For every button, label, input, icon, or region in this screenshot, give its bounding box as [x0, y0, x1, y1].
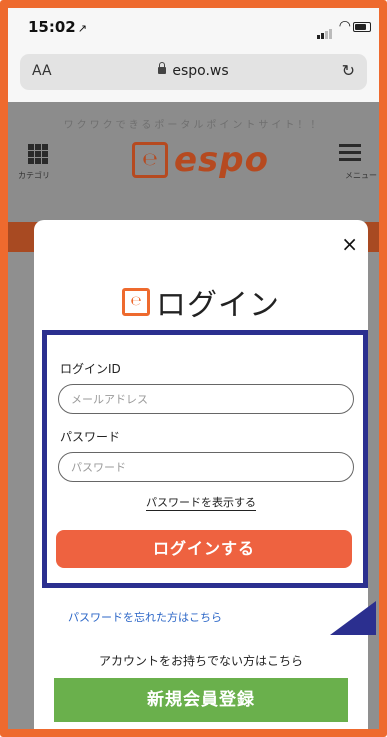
forgot-password-link[interactable]: パスワードを忘れた方はこちら [68, 609, 222, 625]
espo-logo-icon: ℮ [122, 288, 150, 316]
battery-icon [353, 22, 371, 32]
lock-icon [158, 62, 167, 74]
screenshot-frame: 15:02 ↗ ◠ AA espo.ws ↻ ワクワクできるポータルポイントサイト… [0, 0, 387, 737]
address-bar[interactable]: AA espo.ws ↻ [20, 54, 367, 90]
login-modal: × ℮ログイン ログインID パスワード パスワードを表示する ログインする パ… [34, 220, 368, 729]
espo-logo-icon: ℮ [132, 142, 168, 178]
location-arrow-icon: ↗ [77, 22, 87, 35]
login-button[interactable]: ログインする [56, 530, 352, 568]
login-form: ログインID パスワード パスワードを表示する ログインする [42, 332, 360, 589]
wifi-icon: ◠ [338, 18, 351, 34]
site-logo[interactable]: ℮ espo [132, 140, 269, 180]
password-label: パスワード [60, 430, 121, 444]
status-bar: 15:02 ↗ ◠ [8, 8, 379, 48]
email-field[interactable] [58, 384, 354, 414]
register-button[interactable]: 新規会員登録 [54, 678, 348, 722]
url-display[interactable]: espo.ws [20, 62, 367, 79]
site-tagline: ワクワクできるポータルポイントサイト！！ [63, 120, 324, 131]
category-label: カテゴリ [18, 171, 50, 180]
menu-label: メニュー [345, 171, 377, 180]
show-password-toggle[interactable]: パスワードを表示する [42, 494, 360, 511]
modal-title: ℮ ログイン [34, 280, 368, 324]
password-field[interactable] [58, 452, 354, 482]
site-header: ワクワクできるポータルポイントサイト！！ カテゴリ ℮ espo メニュー [8, 102, 379, 252]
category-grid-icon[interactable] [28, 144, 48, 164]
clock: 15:02 ↗ [28, 18, 87, 36]
hamburger-menu-icon[interactable] [339, 144, 361, 165]
signal-icon [317, 20, 333, 39]
no-account-text: アカウントをお持ちでない方はこちら [98, 654, 303, 668]
pointer-arrow-icon [330, 601, 376, 635]
reload-icon[interactable]: ↻ [342, 61, 355, 80]
login-id-label: ログインID [60, 362, 121, 376]
close-button[interactable]: × [341, 232, 358, 256]
